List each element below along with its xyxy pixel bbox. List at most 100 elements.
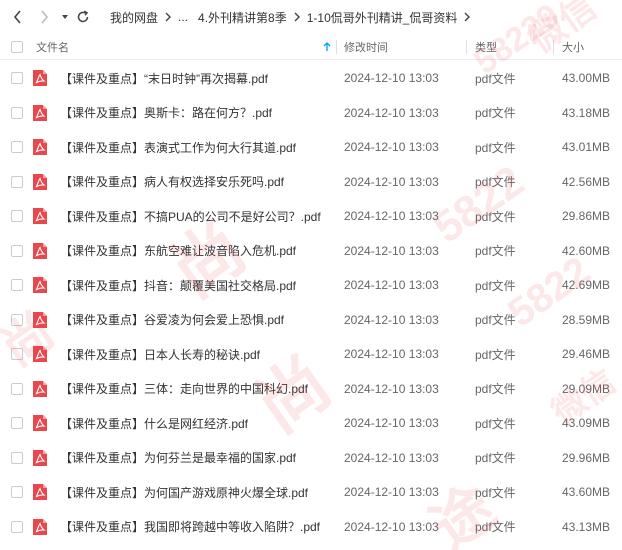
file-modified-time: 2024-12-10 13:03 — [344, 519, 439, 534]
file-size: 43.13MB — [562, 519, 611, 534]
file-checkbox[interactable] — [11, 96, 23, 131]
file-type: pdf文件 — [475, 140, 516, 155]
pdf-file-icon — [32, 268, 48, 303]
file-name[interactable]: 【课件及重点】为何国产游戏原神火爆全球.pdf — [60, 475, 308, 510]
file-type: pdf文件 — [475, 347, 516, 362]
file-row[interactable]: 【课件及重点】奥斯卡：路在何方？.pdf 2024-12-10 13:03 pdf文… — [0, 96, 622, 131]
sort-ascending-icon[interactable] — [323, 34, 331, 60]
column-header-modified[interactable]: 修改时间 — [344, 34, 388, 60]
file-checkbox[interactable] — [11, 199, 23, 234]
file-name[interactable]: 【课件及重点】三体：走向世界的中国科幻.pdf — [60, 372, 308, 407]
column-divider[interactable] — [466, 40, 467, 54]
file-type: pdf文件 — [475, 451, 516, 466]
breadcrumb-item-root[interactable]: 我的网盘 — [110, 9, 158, 26]
pdf-file-icon — [32, 96, 48, 131]
file-size: 42.69MB — [562, 278, 611, 293]
file-size: 28.59MB — [562, 312, 611, 327]
file-row[interactable]: 【课件及重点】病人有权选择安乐死吗.pdf 2024-12-10 13:03 pdf… — [0, 165, 622, 200]
pdf-file-icon — [32, 337, 48, 372]
pdf-file-icon — [32, 510, 48, 545]
file-size: 43.60MB — [562, 485, 611, 500]
file-name[interactable]: 【课件及重点】不搞PUA的公司不是好公司？.pdf — [60, 199, 321, 234]
file-modified-time: 2024-12-10 13:03 — [344, 105, 439, 120]
file-row[interactable]: 【课件及重点】三体：走向世界的中国科幻.pdf 2024-12-10 13:03 p… — [0, 372, 622, 407]
file-size: 43.00MB — [562, 71, 611, 86]
file-checkbox[interactable] — [11, 372, 23, 407]
file-modified-time: 2024-12-10 13:03 — [344, 381, 439, 396]
breadcrumb-separator-icon — [293, 12, 301, 22]
file-type: pdf文件 — [475, 71, 516, 86]
file-type: pdf文件 — [475, 244, 516, 259]
history-dropdown-button[interactable] — [55, 7, 75, 27]
file-type: pdf文件 — [475, 485, 516, 500]
toolbar: 我的网盘 ... 4.外刊精讲第8季 1-10侃哥外刊精讲_侃哥资料 — [0, 0, 622, 34]
breadcrumb-item-current[interactable]: 1-10侃哥外刊精讲_侃哥资料 — [307, 9, 458, 26]
file-row[interactable]: 【课件及重点】表演式工作为何大行其道.pdf 2024-12-10 13:03 pd… — [0, 130, 622, 165]
file-row[interactable]: 【课件及重点】谷爱凌为何会爱上恐惧.pdf 2024-12-10 13:03 pdf… — [0, 303, 622, 338]
file-type: pdf文件 — [475, 278, 516, 293]
breadcrumb-item-season[interactable]: 4.外刊精讲第8季 — [198, 9, 287, 26]
forward-button[interactable] — [34, 7, 54, 27]
file-name[interactable]: 【课件及重点】日本人长寿的秘诀.pdf — [60, 337, 260, 372]
column-header-name[interactable]: 文件名 — [36, 34, 69, 60]
pdf-file-icon — [32, 234, 48, 269]
file-row[interactable]: 【课件及重点】为何芬兰是最幸福的国家.pdf 2024-12-10 13:03 pd… — [0, 441, 622, 476]
file-checkbox[interactable] — [11, 61, 23, 96]
chevron-left-icon — [13, 10, 21, 24]
file-name[interactable]: 【课件及重点】病人有权选择安乐死吗.pdf — [60, 165, 284, 200]
file-size: 43.01MB — [562, 140, 611, 155]
column-divider[interactable] — [336, 40, 337, 54]
file-type: pdf文件 — [475, 106, 516, 121]
file-checkbox[interactable] — [11, 234, 23, 269]
file-name[interactable]: 【课件及重点】为何芬兰是最幸福的国家.pdf — [60, 441, 296, 476]
file-size: 29.09MB — [562, 381, 611, 396]
file-modified-time: 2024-12-10 13:03 — [344, 243, 439, 258]
file-row[interactable]: 【课件及重点】日本人长寿的秘诀.pdf 2024-12-10 13:03 pdf文件… — [0, 337, 622, 372]
pdf-file-icon — [32, 475, 48, 510]
pdf-file-icon — [32, 130, 48, 165]
file-type: pdf文件 — [475, 416, 516, 431]
file-checkbox[interactable] — [11, 475, 23, 510]
file-checkbox[interactable] — [11, 268, 23, 303]
file-checkbox[interactable] — [11, 441, 23, 476]
file-row[interactable]: 【课件及重点】东航空难让波音陷入危机.pdf 2024-12-10 13:03 pd… — [0, 234, 622, 269]
column-divider[interactable] — [553, 40, 554, 54]
file-modified-time: 2024-12-10 13:03 — [344, 71, 439, 86]
file-size: 42.56MB — [562, 174, 611, 189]
file-name[interactable]: 【课件及重点】东航空难让波音陷入危机.pdf — [60, 234, 296, 269]
file-name[interactable]: 【课件及重点】表演式工作为何大行其道.pdf — [60, 130, 296, 165]
breadcrumb-separator-icon — [164, 12, 172, 22]
breadcrumb-item-ellipsis[interactable]: ... — [178, 10, 188, 24]
select-all-checkbox[interactable] — [11, 34, 23, 60]
file-row[interactable]: 【课件及重点】我国即将跨越中等收入陷阱？.pdf 2024-12-10 13:03… — [0, 510, 622, 545]
pdf-file-icon — [32, 199, 48, 234]
file-name[interactable]: 【课件及重点】奥斯卡：路在何方？.pdf — [60, 96, 272, 131]
file-name[interactable]: 【课件及重点】谷爱凌为何会爱上恐惧.pdf — [60, 303, 284, 338]
pdf-file-icon — [32, 61, 48, 96]
file-size: 29.86MB — [562, 209, 611, 224]
file-row[interactable]: 【课件及重点】为何国产游戏原神火爆全球.pdf 2024-12-10 13:03 p… — [0, 475, 622, 510]
file-name[interactable]: 【课件及重点】“末日时钟”再次揭幕.pdf — [60, 61, 268, 96]
file-list-header: 文件名 修改时间 类型 大小 — [0, 34, 622, 60]
file-name[interactable]: 【课件及重点】什么是网红经济.pdf — [60, 406, 248, 441]
file-type: pdf文件 — [475, 313, 516, 328]
pdf-file-icon — [32, 406, 48, 441]
column-header-size[interactable]: 大小 — [562, 34, 584, 60]
file-name[interactable]: 【课件及重点】我国即将跨越中等收入陷阱？.pdf — [60, 510, 320, 545]
file-row[interactable]: 【课件及重点】不搞PUA的公司不是好公司？.pdf 2024-12-10 13:0… — [0, 199, 622, 234]
file-checkbox[interactable] — [11, 303, 23, 338]
file-checkbox[interactable] — [11, 130, 23, 165]
file-checkbox[interactable] — [11, 337, 23, 372]
file-size: 43.18MB — [562, 105, 611, 120]
file-checkbox[interactable] — [11, 165, 23, 200]
file-row[interactable]: 【课件及重点】“末日时钟”再次揭幕.pdf 2024-12-10 13:03 pdf… — [0, 61, 622, 96]
breadcrumb: 我的网盘 ... 4.外刊精讲第8季 1-10侃哥外刊精讲_侃哥资料 — [110, 0, 477, 34]
back-button[interactable] — [8, 7, 28, 27]
file-checkbox[interactable] — [11, 510, 23, 545]
file-name[interactable]: 【课件及重点】抖音：颠覆美国社交格局.pdf — [60, 268, 296, 303]
file-checkbox[interactable] — [11, 406, 23, 441]
column-header-type[interactable]: 类型 — [475, 34, 497, 60]
refresh-button[interactable] — [73, 7, 93, 27]
file-row[interactable]: 【课件及重点】什么是网红经济.pdf 2024-12-10 13:03 pdf文件 4… — [0, 406, 622, 441]
file-row[interactable]: 【课件及重点】抖音：颠覆美国社交格局.pdf 2024-12-10 13:03 pd… — [0, 268, 622, 303]
